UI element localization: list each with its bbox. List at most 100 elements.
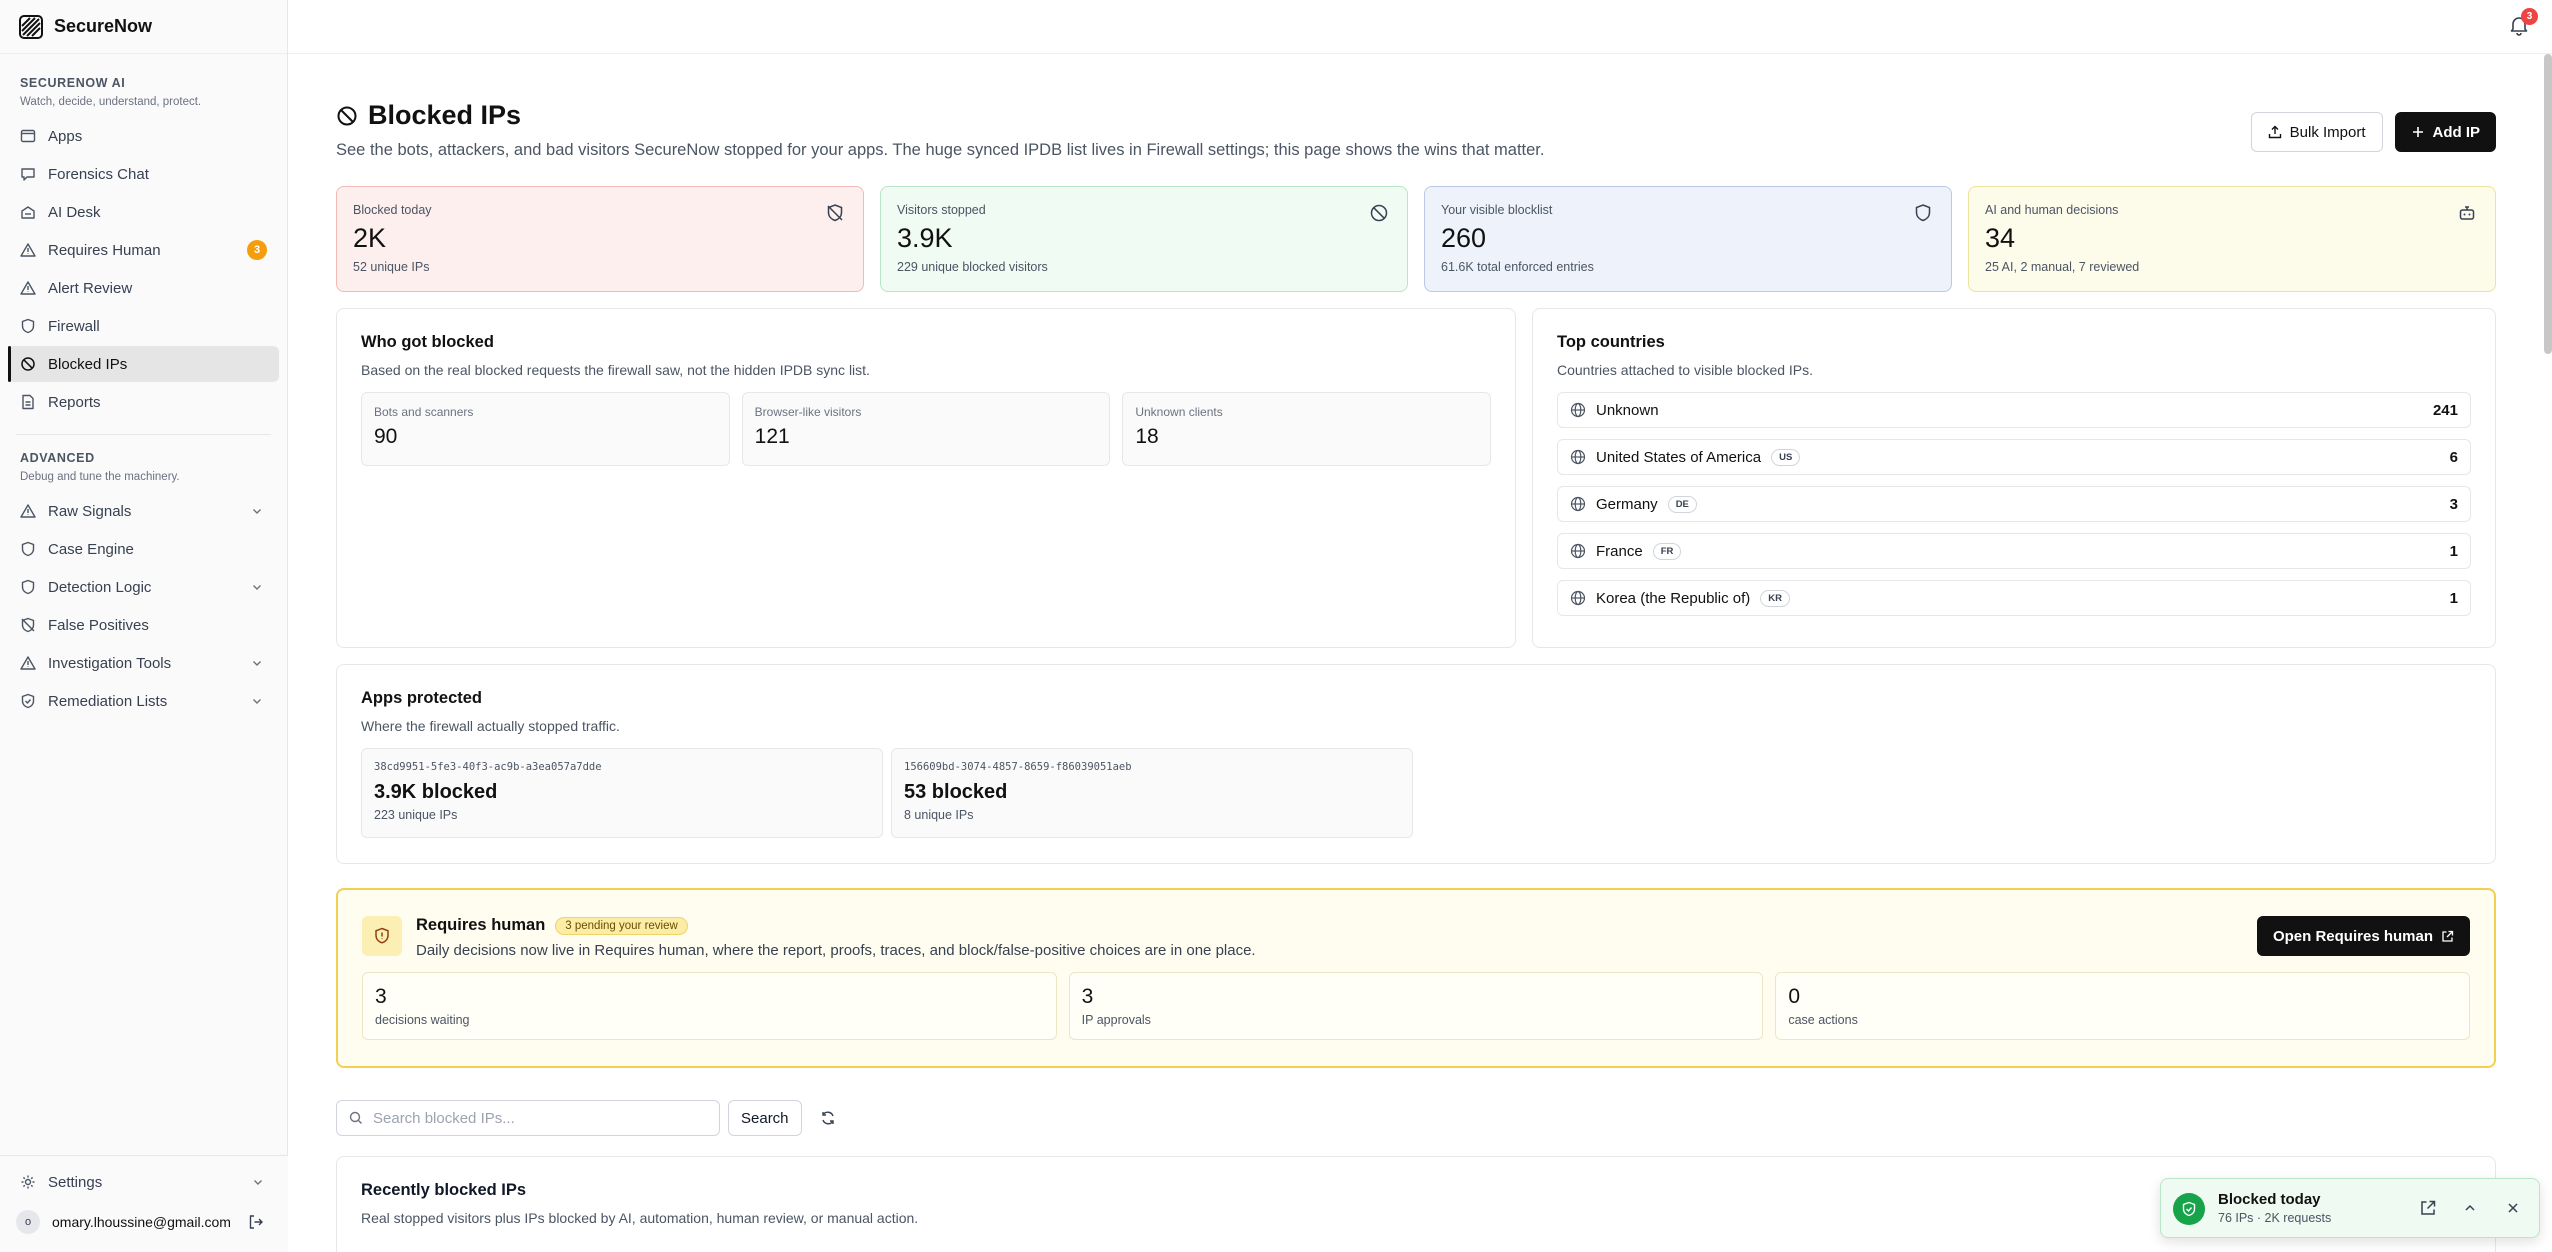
stat-value: 34 [1985, 223, 2016, 253]
main-content: Blocked IPs See the bots, attackers, and… [336, 100, 2496, 1252]
shield-alert-icon [375, 927, 389, 944]
country-code-badge: DE [1667, 495, 1697, 513]
sidebar-item-detection-logic[interactable]: Detection Logic [8, 569, 279, 605]
brand[interactable]: SecureNow [0, 0, 287, 54]
chevron-down-icon[interactable] [251, 695, 263, 707]
sidebar-item-remediation-lists[interactable]: Remediation Lists [8, 683, 279, 719]
chevron-down-icon[interactable] [251, 657, 263, 669]
open-requires-human-button[interactable]: Open Requires human [2256, 916, 2470, 956]
nav-advanced: Raw Signals Case Engine Detection Logic … [0, 493, 287, 719]
search-button[interactable]: Search [728, 1100, 802, 1136]
page-actions: Bulk Import Add IP [2250, 112, 2496, 152]
blocked-today-toast[interactable]: Blocked today 76 IPs · 2K requests [2160, 1178, 2540, 1238]
sidebar-item-blocked-ips[interactable]: Blocked IPs [8, 346, 279, 382]
close-icon[interactable] [2504, 1199, 2522, 1217]
card-desc: Where the firewall actually stopped traf… [361, 718, 620, 734]
bulk-import-label: Bulk Import [2289, 123, 2366, 141]
country-name: Germany [1596, 495, 1658, 513]
sidebar-item-investigation-tools[interactable]: Investigation Tools [8, 645, 279, 681]
ban-icon [21, 357, 35, 371]
ban-icon [337, 106, 357, 125]
open-requires-human-label: Open Requires human [2272, 927, 2433, 945]
country-row[interactable]: United States of America US 6 [1557, 439, 2471, 475]
card-title: Who got blocked [361, 333, 494, 351]
gear-icon [21, 1175, 35, 1189]
stat-label: IP approvals [1081, 1013, 1151, 1027]
sidebar-item-label: AI Desk [48, 203, 101, 221]
requires-human-count-badge: 3 [247, 240, 267, 260]
sidebar-item-forensics-chat[interactable]: Forensics Chat [8, 156, 279, 192]
search-input[interactable] [373, 1109, 693, 1127]
chevron-down-icon[interactable] [252, 1176, 264, 1188]
sidebar-item-label: Forensics Chat [48, 165, 149, 183]
refresh-icon [821, 1111, 834, 1125]
sidebar-item-reports[interactable]: Reports [8, 384, 279, 420]
app-card[interactable]: 38cd9951-5fe3-40f3-ac9b-a3ea057a7dde 3.9… [361, 748, 883, 838]
app-card[interactable]: 156609bd-3074-4857-8659-f86039051aeb 53 … [891, 748, 1413, 838]
stat-label: Your visible blocklist [1441, 203, 1553, 217]
search-row: Search [336, 1100, 846, 1136]
scrollbar[interactable] [2544, 54, 2552, 354]
ip-approvals-stat: 3 IP approvals [1068, 972, 1764, 1040]
sidebar-item-false-positives[interactable]: False Positives [8, 607, 279, 643]
country-row[interactable]: Unknown 241 [1557, 392, 2471, 428]
decisions-waiting-stat: 3 decisions waiting [362, 972, 1057, 1040]
chat-icon [21, 168, 35, 181]
refresh-button[interactable] [810, 1100, 846, 1136]
country-row[interactable]: Germany DE 3 [1557, 486, 2471, 522]
sidebar-footer: Settings o omary.lhoussine@gmail.com [0, 1155, 288, 1252]
country-name: Korea (the Republic of) [1596, 589, 1751, 607]
chevron-up-icon[interactable] [2461, 1199, 2479, 1217]
stat-label: AI and human decisions [1985, 203, 2119, 217]
sidebar-item-raw-signals[interactable]: Raw Signals [8, 493, 279, 529]
user-email: omary.lhoussine@gmail.com [52, 1214, 231, 1230]
toast-title: Blocked today [2218, 1191, 2321, 1208]
sidebar-item-case-engine[interactable]: Case Engine [8, 531, 279, 567]
sidebar-item-label: Remediation Lists [48, 692, 168, 710]
sidebar-item-ai-desk[interactable]: AI Desk [8, 194, 279, 230]
shield-icon [21, 579, 35, 595]
sidebar-item-label: Reports [48, 393, 101, 411]
shield-check-icon [2182, 1201, 2196, 1217]
user-row[interactable]: o omary.lhoussine@gmail.com [8, 1202, 280, 1242]
external-link-icon[interactable] [2419, 1199, 2437, 1217]
search-icon [349, 1111, 362, 1124]
stat-label: case actions [1788, 1013, 1858, 1027]
chevron-down-icon[interactable] [251, 505, 263, 517]
breakdown-unknown: Unknown clients 18 [1122, 392, 1492, 466]
stat-sub: 25 AI, 2 manual, 7 reviewed [1985, 260, 2140, 274]
search-field [336, 1100, 720, 1136]
requires-human-title: Requires human [416, 916, 546, 934]
nav-ai: Apps Forensics Chat AI Desk Requires Hum… [0, 118, 287, 420]
sidebar-item-settings[interactable]: Settings [8, 1164, 280, 1200]
country-list: Unknown 241 United States of America US … [1557, 392, 2471, 616]
country-row[interactable]: Korea (the Republic of) KR 1 [1557, 580, 2471, 616]
country-count: 1 [2449, 589, 2458, 607]
country-name: Unknown [1596, 401, 1659, 419]
top-countries-card: Top countries Countries attached to visi… [1532, 308, 2496, 648]
country-row[interactable]: France FR 1 [1557, 533, 2471, 569]
securenow-logo-icon [19, 14, 43, 39]
sidebar-item-label: Apps [48, 127, 83, 145]
add-ip-button[interactable]: Add IP [2394, 112, 2496, 152]
stat-label: Visitors stopped [897, 203, 986, 217]
sidebar-item-label: Blocked IPs [48, 355, 128, 373]
sidebar-item-alert-review[interactable]: Alert Review [8, 270, 279, 306]
sidebar-item-firewall[interactable]: Firewall [8, 308, 279, 344]
chevron-down-icon[interactable] [251, 581, 263, 593]
ban-icon [1370, 204, 1388, 222]
card-title: Apps protected [361, 689, 483, 707]
shield-icon [21, 541, 35, 557]
logout-icon[interactable] [248, 1214, 264, 1230]
breakdown-label: Unknown clients [1135, 405, 1223, 419]
shield-check-icon [21, 693, 35, 709]
alert-icon [20, 281, 36, 295]
toast-subtitle: 76 IPs · 2K requests [2218, 1211, 2332, 1225]
sidebar-item-requires-human[interactable]: Requires Human 3 [8, 232, 279, 268]
section-title-advanced: ADVANCED [20, 451, 95, 465]
add-ip-label: Add IP [2432, 123, 2481, 141]
stat-card-visitors-stopped: Visitors stopped 3.9K 229 unique blocked… [880, 186, 1408, 292]
sidebar-item-apps[interactable]: Apps [8, 118, 279, 154]
requires-human-desc: Daily decisions now live in Requires hum… [416, 942, 1256, 959]
bulk-import-button[interactable]: Bulk Import [2250, 112, 2383, 152]
